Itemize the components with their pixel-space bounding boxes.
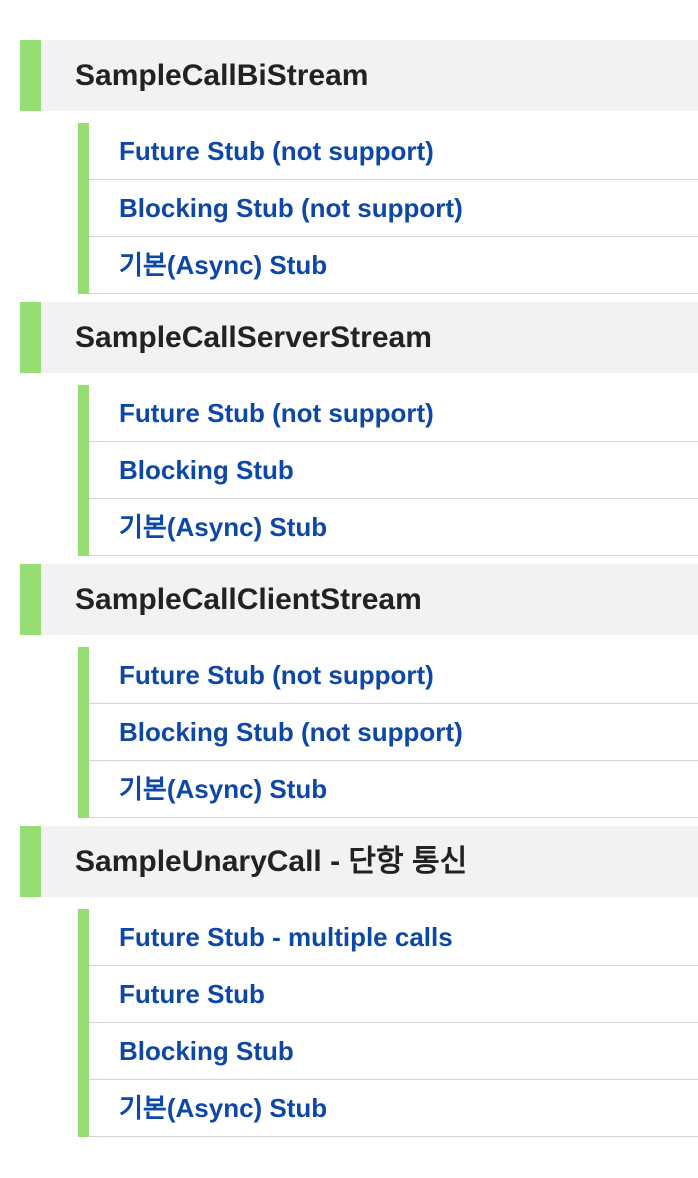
menu-item-async-stub[interactable]: 기본(Async) Stub [89,499,698,556]
section-title: SampleUnaryCall - 단항 통신 [75,845,468,878]
section-title: SampleCallBiStream [75,59,369,92]
menu-item-label[interactable]: 기본(Async) Stub [119,499,327,555]
menu-item-future-stub[interactable]: Future Stub (not support) [89,385,698,442]
menu-item-label[interactable]: 기본(Async) Stub [119,237,327,293]
menu-item-label[interactable]: Future Stub (not support) [119,385,434,441]
menu-item-blocking-stub[interactable]: Blocking Stub [89,442,698,499]
menu-item-label[interactable]: Future Stub [119,966,265,1022]
menu-item-future-stub[interactable]: Future Stub [89,966,698,1023]
menu-item-async-stub[interactable]: 기본(Async) Stub [89,1080,698,1137]
section-server-stream: SampleCallServerStream Future Stub (not … [20,302,698,556]
stub-list: Future Stub (not support) Blocking Stub … [78,385,698,556]
menu-item-future-stub[interactable]: Future Stub (not support) [89,647,698,704]
menu-item-blocking-stub[interactable]: Blocking Stub (not support) [89,704,698,761]
section-client-stream: SampleCallClientStream Future Stub (not … [20,564,698,818]
section-header: SampleCallBiStream [20,40,698,111]
stub-list: Future Stub (not support) Blocking Stub … [78,123,698,294]
menu-item-label[interactable]: Blocking Stub [119,442,294,498]
menu-item-label[interactable]: Blocking Stub (not support) [119,704,463,760]
menu-item-label[interactable]: Future Stub (not support) [119,123,434,179]
section-title: SampleCallClientStream [75,583,422,616]
menu-item-async-stub[interactable]: 기본(Async) Stub [89,237,698,294]
menu-item-label[interactable]: Future Stub - multiple calls [119,909,453,965]
menu-item-label[interactable]: 기본(Async) Stub [119,761,327,817]
stub-list: Future Stub - multiple calls Future Stub… [78,909,698,1137]
menu-item-label[interactable]: 기본(Async) Stub [119,1080,327,1136]
menu-item-async-stub[interactable]: 기본(Async) Stub [89,761,698,818]
menu-item-label[interactable]: Blocking Stub (not support) [119,180,463,236]
stub-menu-page: SampleCallBiStream Future Stub (not supp… [0,0,698,1178]
section-header: SampleUnaryCall - 단항 통신 [20,826,698,897]
menu-item-blocking-stub[interactable]: Blocking Stub [89,1023,698,1080]
section-bistream: SampleCallBiStream Future Stub (not supp… [20,40,698,294]
menu-item-blocking-stub[interactable]: Blocking Stub (not support) [89,180,698,237]
menu-item-label[interactable]: Blocking Stub [119,1023,294,1079]
stub-list: Future Stub (not support) Blocking Stub … [78,647,698,818]
section-header: SampleCallClientStream [20,564,698,635]
section-title: SampleCallServerStream [75,321,432,354]
menu-item-future-stub-multiple[interactable]: Future Stub - multiple calls [89,909,698,966]
menu-item-label[interactable]: Future Stub (not support) [119,647,434,703]
menu-item-future-stub[interactable]: Future Stub (not support) [89,123,698,180]
section-unary-call: SampleUnaryCall - 단항 통신 Future Stub - mu… [20,826,698,1137]
section-header: SampleCallServerStream [20,302,698,373]
